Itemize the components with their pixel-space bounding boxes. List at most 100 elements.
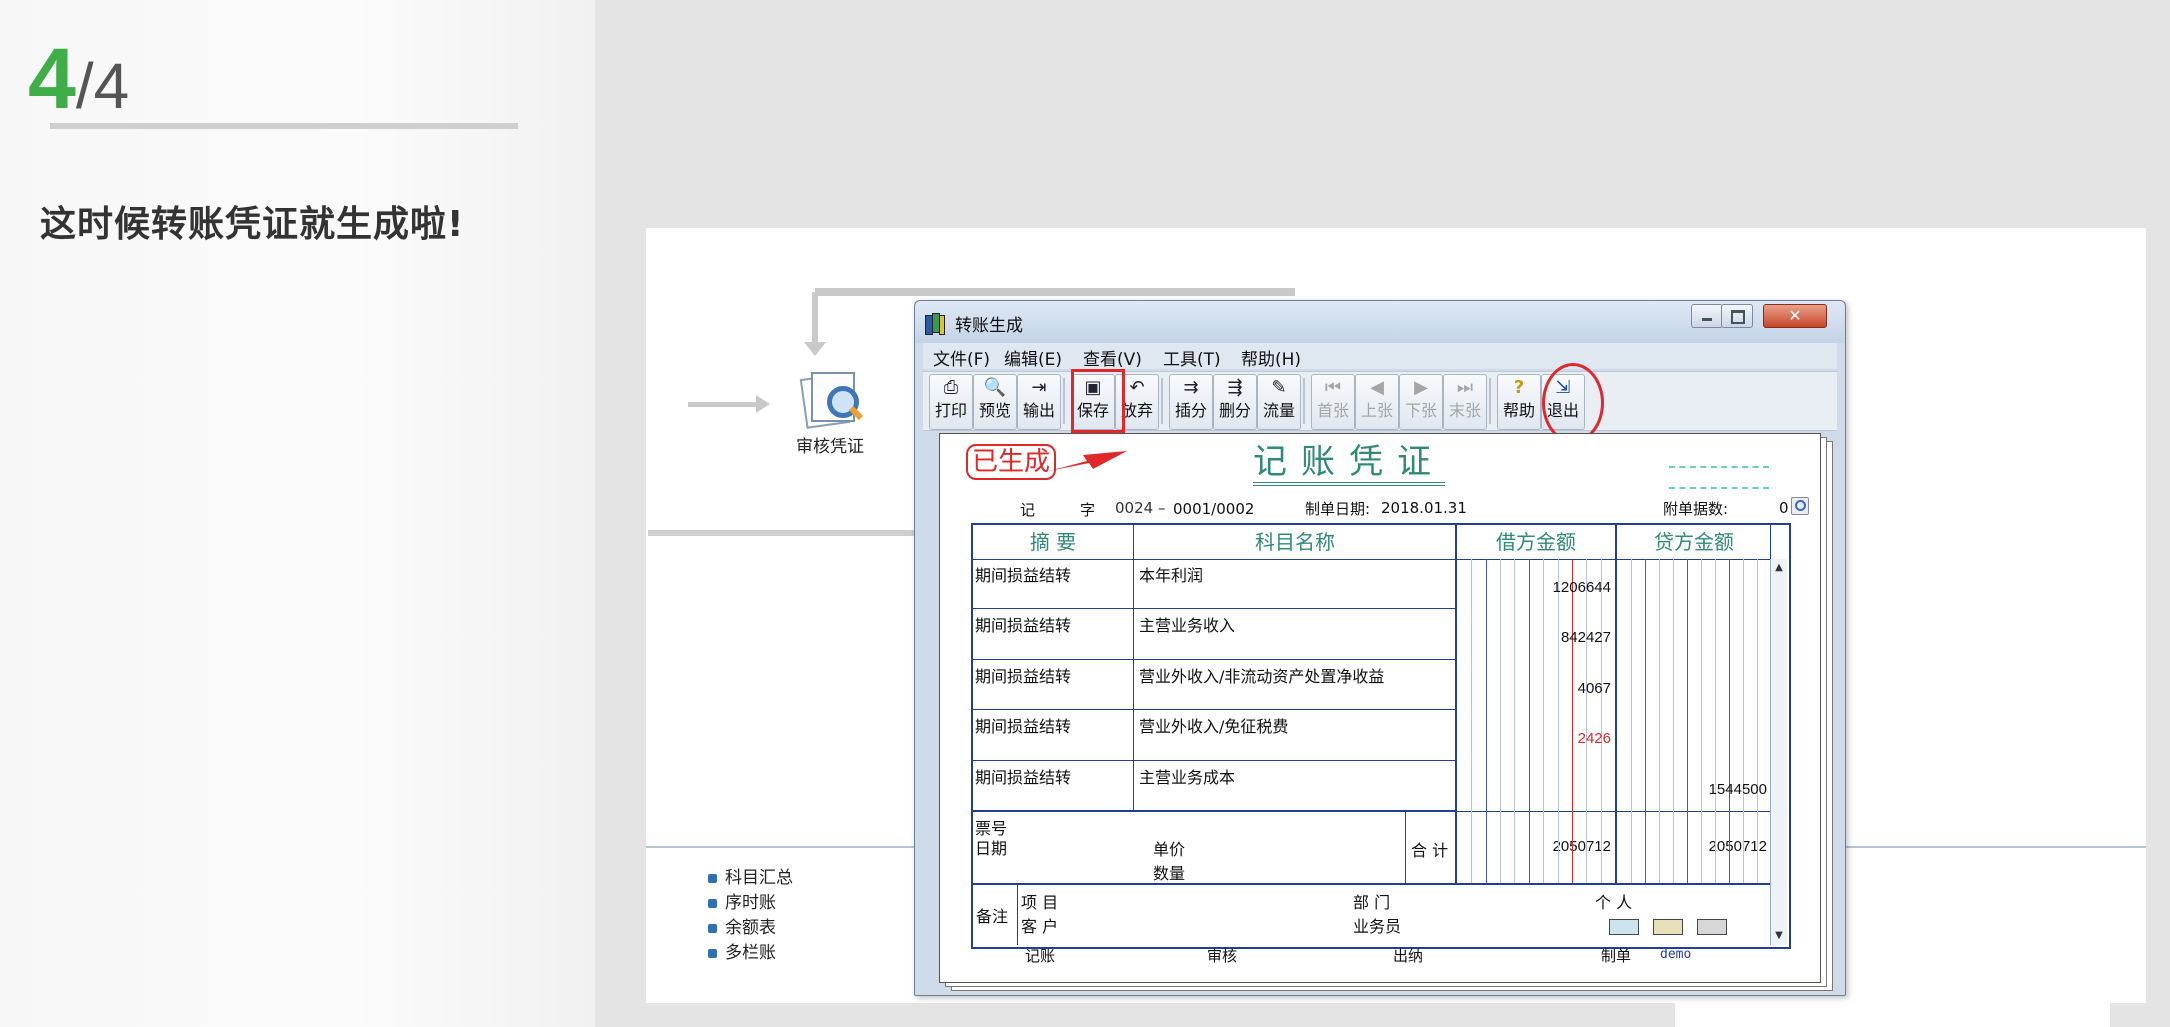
flow-arrow-right [688,395,770,413]
first-voucher-button[interactable]: ⏮ 首张 [1311,374,1355,430]
generated-stamp: 已生成 [966,444,1057,480]
print-button[interactable]: ⎙ 打印 [929,374,973,430]
menu-multi-column[interactable]: 多栏账 [708,941,793,966]
bullet-icon [708,949,717,958]
delete-entry-button[interactable]: ⇶ 删分 [1213,374,1257,430]
flow-connector-bottom [648,530,938,536]
account-cell[interactable]: 主营业务收入 [1139,612,1235,636]
summary-cell[interactable]: 期间损益结转 [975,764,1071,788]
bullet-icon [708,874,717,883]
menu-tools[interactable]: 工具(T) [1163,345,1221,370]
account-cell[interactable]: 本年利润 [1139,562,1203,586]
help-button[interactable]: ? 帮助 [1497,374,1541,430]
title-underline [50,123,518,129]
voucher-number[interactable]: 0001/0002 [1173,500,1254,518]
table-row[interactable]: 期间损益结转 主营业务收入 842427 [973,609,1771,660]
summary-cell[interactable]: 期间损益结转 [975,713,1071,737]
audit-voucher-label: 审核凭证 [796,437,864,457]
close-button[interactable] [1763,304,1827,328]
dashed-line [1669,487,1769,489]
lookup-icon[interactable] [1791,497,1809,515]
prev-voucher-button[interactable]: ◀ 上张 [1355,374,1399,430]
last-voucher-button[interactable]: ⏭ 末张 [1443,374,1487,430]
last-page-icon: ⏭ [1456,377,1474,398]
grid-scrollbar[interactable]: ▲ ▼ [1770,559,1787,945]
debit-cell[interactable]: 2426 [1457,730,1611,747]
credit-cell[interactable]: 1544500 [1617,781,1767,798]
menu-label: 余额表 [725,918,776,938]
window-titlebar[interactable]: 转账生成 [915,301,1845,343]
account-cell[interactable]: 营业外收入/免征税费 [1139,713,1288,737]
flow-arrow-down [804,292,826,356]
menu-label: 科目汇总 [725,868,793,888]
bullet-icon [708,924,717,933]
slide-total: /4 [75,50,130,122]
window-title: 转账生成 [955,316,1023,336]
table-row[interactable]: 期间损益结转 本年利润 1206644 [973,559,1771,610]
quantity-label: 数量 [1153,864,1186,883]
preparer-label: 制单 [1601,947,1632,965]
menu-journal[interactable]: 序时账 [708,891,793,916]
table-row[interactable]: 期间损益结转 营业外收入/非流动资产处置净收益 4067 [973,660,1771,711]
minimize-button[interactable] [1691,304,1723,328]
slide-current: 4 [28,31,76,127]
menu-edit[interactable]: 编辑(E) [1004,345,1062,370]
person-label: 个 人 [1595,893,1633,912]
scroll-up-icon[interactable]: ▲ [1771,559,1787,577]
stamp-arrow-icon [1049,451,1127,471]
bookkeeping-label: 记账 [1025,947,1056,965]
card-icon[interactable] [1609,919,1639,935]
row-divider [973,809,1455,811]
debit-cell[interactable]: 4067 [1457,680,1611,697]
toolbar-separator [1303,378,1305,424]
flow-connector-top [815,288,1295,296]
table-row[interactable]: 期间损益结转 主营业务成本 1544500 [973,761,1771,811]
id-card-icon[interactable] [1653,919,1683,935]
department-label: 部 门 [1353,893,1391,912]
next-voucher-button[interactable]: ▶ 下张 [1399,374,1443,430]
menu-file[interactable]: 文件(F) [933,345,990,370]
table-row[interactable]: 期间损益结转 营业外收入/免征税费 2426 [973,710,1771,761]
app-books-icon [925,313,945,335]
maximize-button[interactable] [1721,304,1753,328]
account-cell[interactable]: 主营业务成本 [1139,764,1235,788]
toolbar-separator [1489,378,1491,424]
customer-label: 客 户 [1021,917,1059,936]
transfer-generation-window: 转账生成 文件(F) 编辑(E) 查看(V) 工具(T) 帮助(H) ⎙打印 🔍… [914,300,1846,996]
scroll-down-icon[interactable]: ▼ [1771,927,1787,945]
preview-button[interactable]: 🔍 预览 [973,374,1017,430]
question-mark-icon: ? [1513,377,1525,398]
header-summary: 摘 要 [1029,530,1077,554]
clear-icon[interactable] [1697,919,1727,935]
toolbar-separator [1161,378,1163,424]
summary-cell[interactable]: 期间损益结转 [975,562,1071,586]
pen-notes-icon: ✎ [1271,377,1287,398]
insert-entry-button[interactable]: ⇉ 插分 [1169,374,1213,430]
account-cell[interactable]: 营业外收入/非流动资产处置净收益 [1139,663,1384,687]
cash-flow-button[interactable]: ✎ 流量 [1257,374,1301,430]
signature-row: 记账 审核 出纳 制单 demo [915,945,1845,969]
attachments-count[interactable]: 0 [1779,499,1789,517]
attachments-label: 附单据数: [1663,500,1729,518]
save-highlight-box [1071,369,1125,433]
header-credit: 贷方金额 [1654,530,1734,554]
project-label: 项 目 [1021,893,1059,912]
voucher-word: 字 [1080,501,1096,519]
menu-view[interactable]: 查看(V) [1083,345,1142,370]
total-label: 合 计 [1411,841,1449,860]
summary-cell[interactable]: 期间损益结转 [975,663,1071,687]
debit-cell[interactable]: 842427 [1457,629,1611,646]
delete-row-icon: ⇶ [1227,377,1243,398]
summary-cell[interactable]: 期间损益结转 [975,612,1071,636]
menu-help[interactable]: 帮助(H) [1241,345,1301,370]
menu-balance-sheet[interactable]: 余额表 [708,916,793,941]
debit-cell[interactable]: 1206644 [1457,579,1611,596]
voucher-number-prefix: 0024 – [1115,499,1166,517]
menubar: 文件(F) 编辑(E) 查看(V) 工具(T) 帮助(H) [923,343,1837,370]
audit-voucher-node[interactable]: 审核凭证 [785,370,875,457]
voucher-date[interactable]: 2018.01.31 [1381,499,1467,517]
total-credit: 2050712 [1708,838,1767,855]
export-button[interactable]: ⇥ 输出 [1017,374,1061,430]
exit-highlight-circle [1542,363,1604,443]
menu-account-summary[interactable]: 科目汇总 [708,866,793,891]
